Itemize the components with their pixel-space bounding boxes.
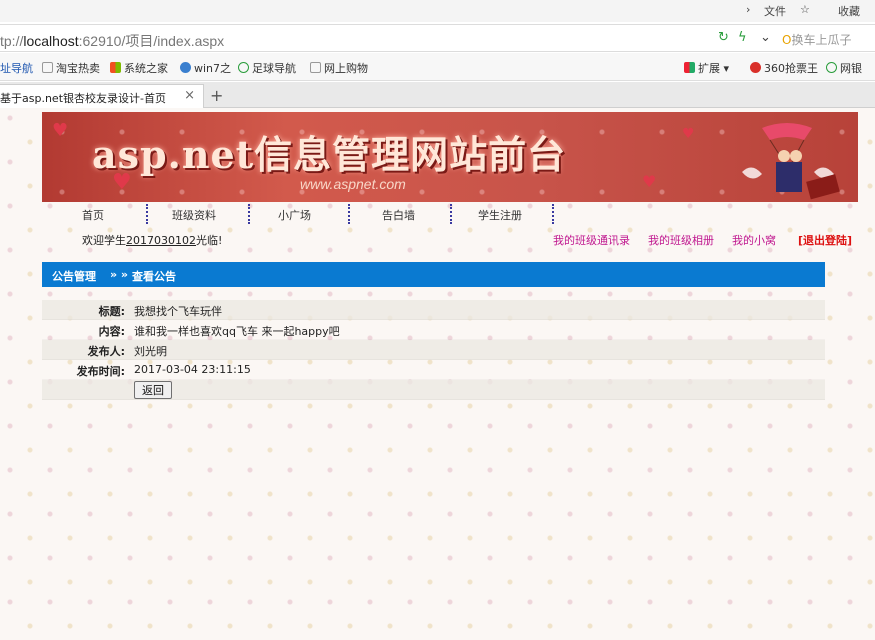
menu-file[interactable]: 文件: [764, 3, 786, 19]
bookmark-win7[interactable]: win7之: [180, 60, 231, 76]
notice-author-row: 发布人: 刘光明: [42, 340, 825, 360]
ticket-icon: [750, 62, 761, 73]
page-icon: [42, 62, 53, 73]
nav-home[interactable]: 首页: [82, 207, 104, 223]
notice-content-value: 谁和我一样也喜欢qq飞车 来一起happy吧: [134, 325, 340, 338]
link-class-address-book[interactable]: 我的班级通讯录: [553, 232, 630, 248]
nav-class-info[interactable]: 班级资料: [172, 207, 216, 223]
link-my-nest[interactable]: 我的小窝: [732, 232, 776, 248]
nav-divider: [146, 204, 148, 224]
page-icon: [310, 62, 321, 73]
browser-title-bar: › 文件 ☆ 收藏: [0, 0, 875, 22]
section-header: 公告管理 » » 查看公告: [42, 262, 825, 287]
balloon-couple-icon: [742, 123, 840, 200]
heart-icon: ♥: [642, 172, 657, 191]
heart-icon: ♥: [682, 126, 695, 142]
bird-icon: [180, 62, 191, 73]
main-nav: 首页 班级资料 小广场 告白墙 学生注册: [42, 202, 858, 226]
bookmark-url-nav[interactable]: 址导航: [0, 60, 33, 76]
tab-active[interactable]: 基于asp.net银杏校友录设计-首页 ×: [0, 84, 204, 108]
refresh-icon[interactable]: ↻: [718, 30, 729, 45]
notice-author-value: 刘光明: [134, 345, 167, 358]
grid-icon: [684, 62, 695, 73]
nav-divider: [248, 204, 250, 224]
back-button[interactable]: 返回: [134, 381, 172, 399]
new-tab-button[interactable]: +: [210, 86, 223, 105]
ball-icon: [238, 62, 249, 73]
notice-time-label: 发布时间:: [76, 365, 125, 378]
site-banner: ♥ ♥ ♥ ♥ asp.net信息管理网站前台 www.aspnet.com: [42, 112, 858, 202]
tab-strip: 基于asp.net银杏校友录设计-首页 × +: [0, 82, 875, 108]
user-id-link[interactable]: 2017030102: [126, 234, 196, 247]
windows-icon: [110, 62, 121, 73]
nav-divider: [348, 204, 350, 224]
nav-divider: [552, 204, 554, 224]
star-icon[interactable]: ☆: [800, 3, 810, 16]
notice-title-row: 标题: 我想找个飞车玩伴: [42, 300, 825, 320]
banner-title: asp.net信息管理网站前台: [92, 132, 567, 177]
notice-content-label: 内容:: [98, 325, 125, 338]
address-bar[interactable]: tp://localhost:62910/项目/index.aspx ↻ ϟ ⌄…: [0, 24, 875, 52]
link-class-album[interactable]: 我的班级相册: [648, 232, 714, 248]
menu-favorites[interactable]: 收藏: [838, 3, 860, 19]
bookmark-football[interactable]: 足球导航: [238, 60, 296, 76]
notice-time-value: 2017-03-04 23:11:15: [134, 363, 251, 376]
nav-divider: [450, 204, 452, 224]
bookmark-taobao[interactable]: 淘宝热卖: [42, 60, 100, 76]
lightning-icon[interactable]: ϟ: [738, 30, 747, 45]
bank-icon: [826, 62, 837, 73]
nav-confession-wall[interactable]: 告白墙: [382, 207, 415, 223]
nav-student-register[interactable]: 学生注册: [478, 207, 522, 223]
page-body: ♥ ♥ ♥ ♥ asp.net信息管理网站前台 www.aspnet.com 首…: [0, 108, 875, 640]
bookmark-xitong[interactable]: 系统之家: [110, 60, 168, 76]
notice-title-label: 标题:: [98, 305, 125, 318]
bookmark-shopping[interactable]: 网上购物: [310, 60, 368, 76]
notice-title-value: 我想找个飞车玩伴: [134, 305, 222, 318]
heart-icon: ♥: [52, 120, 69, 141]
search-input[interactable]: O换车上瓜子: [782, 31, 851, 48]
notice-actions-row: 返回: [42, 380, 825, 400]
breadcrumb-parent: 公告管理: [52, 270, 96, 283]
address-url[interactable]: tp://localhost:62910/项目/index.aspx: [0, 31, 224, 51]
breadcrumb-current: 查看公告: [132, 270, 176, 283]
breadcrumb-separator: » »: [110, 268, 129, 281]
logout-link[interactable]: [退出登陆]: [798, 232, 852, 248]
tab-title: 基于asp.net银杏校友录设计-首页: [0, 92, 166, 105]
notice-time-row: 发布时间: 2017-03-04 23:11:15: [42, 360, 825, 380]
chevron-down-icon[interactable]: ⌄: [760, 30, 771, 45]
bookmark-bank[interactable]: 网银: [826, 60, 862, 76]
notice-detail: 标题: 我想找个飞车玩伴 内容: 谁和我一样也喜欢qq飞车 来一起happy吧 …: [42, 300, 825, 400]
banner-subtitle: www.aspnet.com: [300, 176, 406, 192]
notice-author-label: 发布人:: [87, 345, 125, 358]
welcome-message: 欢迎学生2017030102光临!: [82, 234, 223, 247]
bookmark-extensions[interactable]: 扩展 ▾: [684, 60, 729, 76]
close-icon[interactable]: ×: [184, 88, 195, 103]
bookmark-360-ticket[interactable]: 360抢票王: [750, 60, 818, 76]
bookmarks-bar: 址导航 淘宝热卖 系统之家 win7之 足球导航 网上购物 扩展 ▾ 360抢票…: [0, 53, 875, 81]
notice-content-row: 内容: 谁和我一样也喜欢qq飞车 来一起happy吧: [42, 320, 825, 340]
nav-square[interactable]: 小广场: [278, 207, 311, 223]
chevron-right-icon[interactable]: ›: [746, 3, 750, 16]
